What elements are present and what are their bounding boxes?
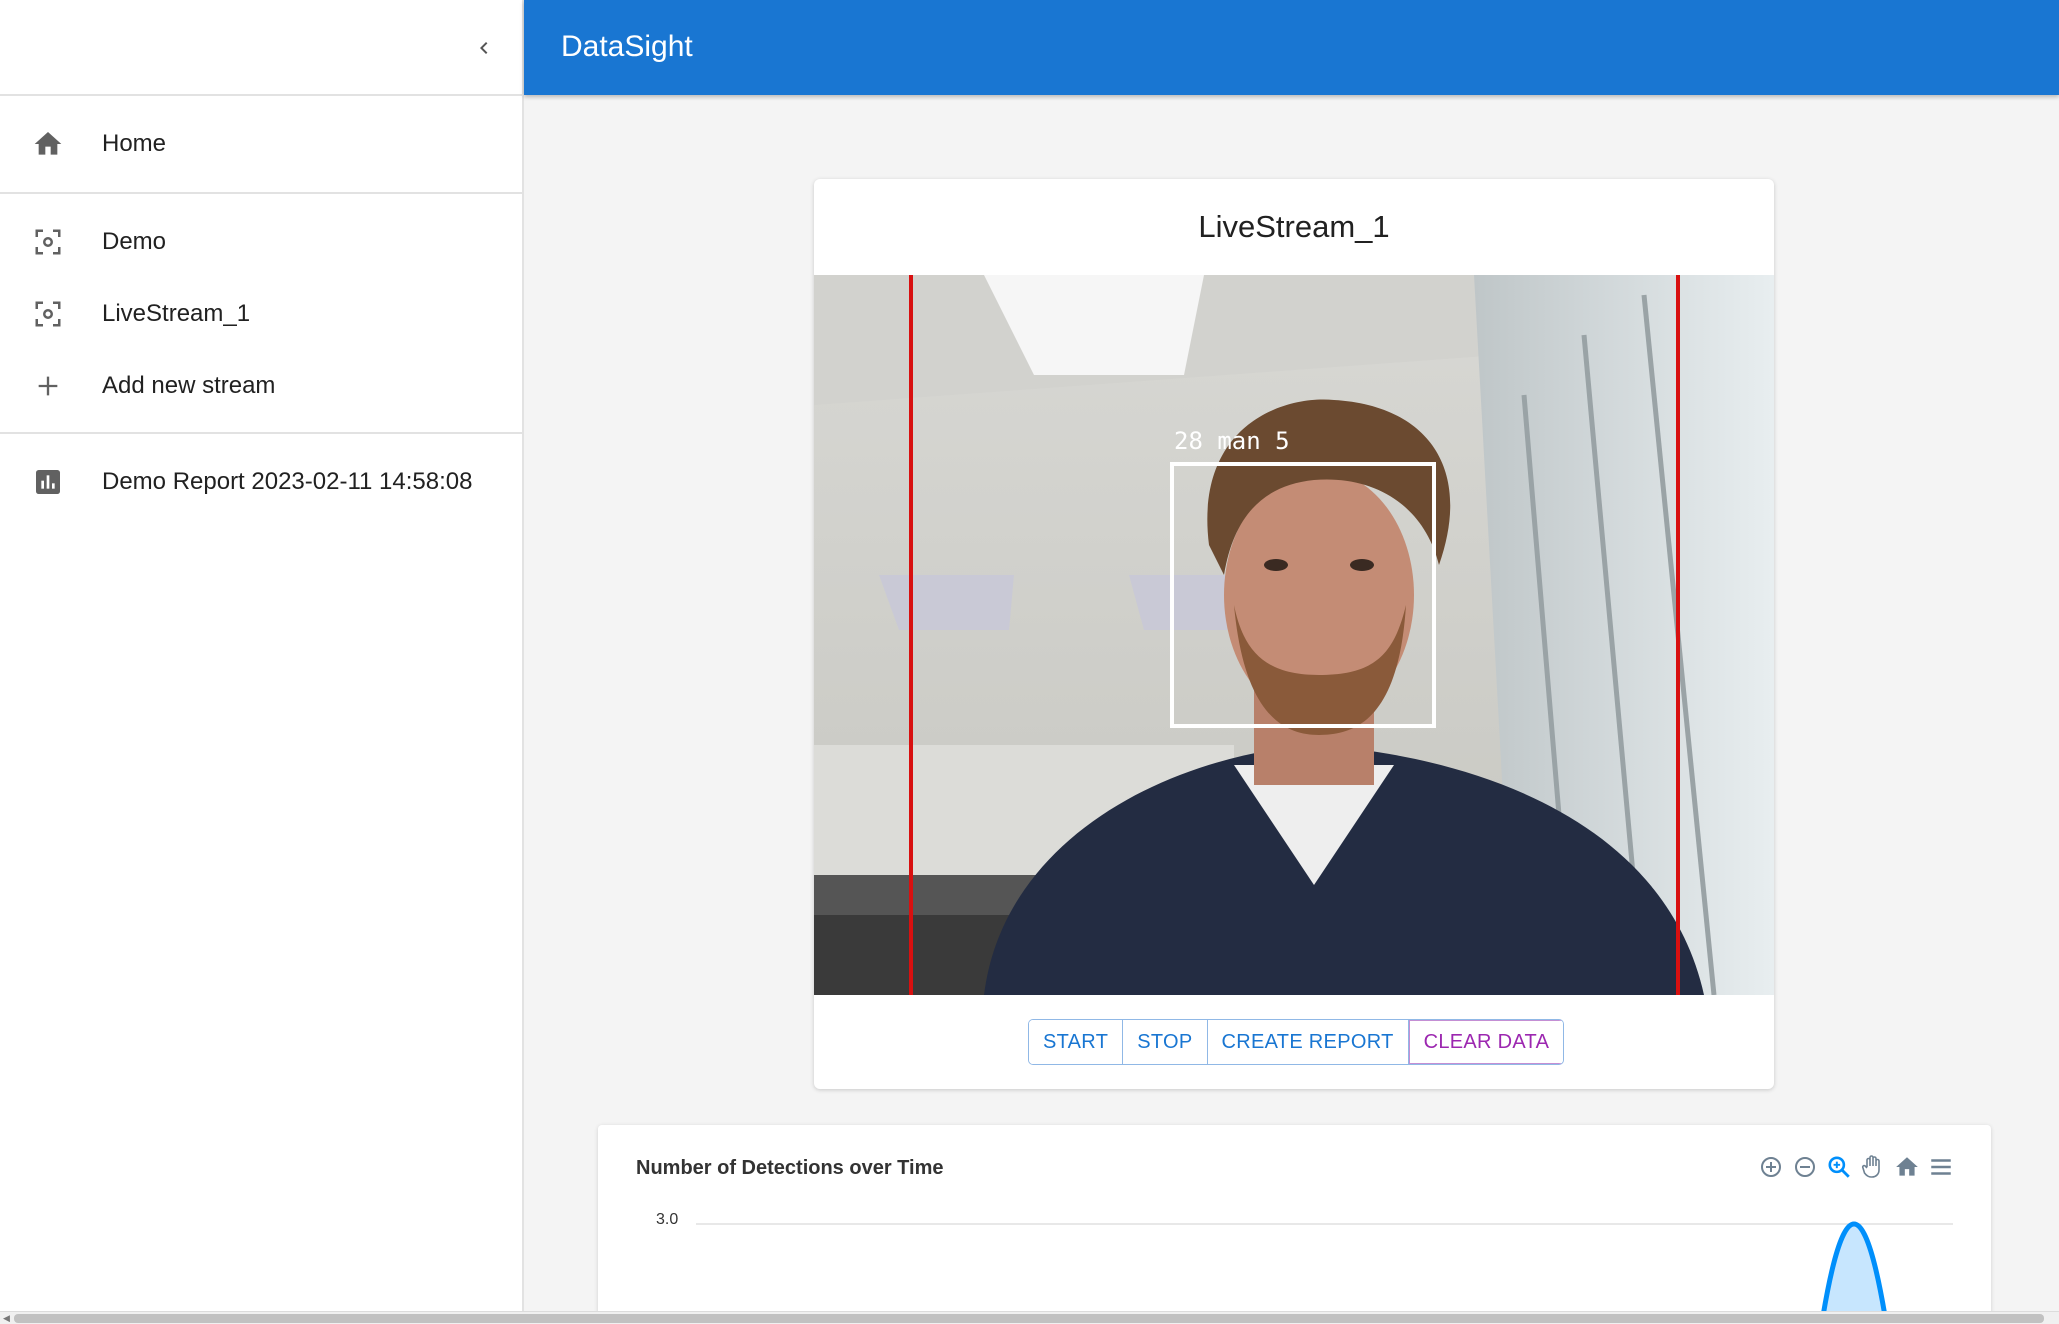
video-feed: 28 man 5 bbox=[814, 275, 1774, 995]
sidebar-item-label: Home bbox=[102, 130, 167, 157]
sidebar-header bbox=[0, 0, 522, 96]
camera-focus-icon bbox=[24, 218, 72, 266]
chevron-left-icon bbox=[480, 42, 488, 54]
selection-zoom-icon[interactable] bbox=[1825, 1153, 1853, 1181]
scrollbar-thumb[interactable] bbox=[14, 1314, 2044, 1323]
sidebar-section-reports: Demo Report 2023-02-11 14:58:08 bbox=[0, 434, 522, 518]
start-button[interactable]: START bbox=[1029, 1020, 1124, 1064]
stream-title: LiveStream_1 bbox=[1198, 209, 1390, 244]
stop-button[interactable]: STOP bbox=[1123, 1020, 1208, 1064]
app-bar: DataSight bbox=[524, 0, 2059, 95]
horizontal-scrollbar[interactable]: ◀ bbox=[0, 1311, 2059, 1324]
chart-title: Number of Detections over Time bbox=[636, 1157, 944, 1179]
app-title: DataSight bbox=[561, 30, 693, 63]
clear-data-button[interactable]: CLEAR DATA bbox=[1408, 1020, 1564, 1064]
reset-home-icon[interactable] bbox=[1893, 1153, 1921, 1181]
sidebar-section-home: Home bbox=[0, 96, 522, 194]
camera-focus-icon bbox=[24, 290, 72, 338]
sidebar-item-add-new-stream[interactable]: Add new stream bbox=[0, 350, 522, 422]
y-tick-label: 3.0 bbox=[656, 1211, 679, 1228]
chart-toolbar bbox=[1757, 1153, 1955, 1181]
sidebar-item-label: Demo bbox=[102, 228, 167, 255]
sidebar: Home Demo LiveStream_1 Add new stream De… bbox=[0, 0, 524, 1324]
menu-icon[interactable] bbox=[1927, 1153, 1955, 1181]
pan-icon[interactable] bbox=[1859, 1153, 1887, 1181]
bar-chart-icon bbox=[24, 458, 72, 506]
scroll-left-icon[interactable]: ◀ bbox=[3, 1313, 10, 1324]
zoom-out-icon[interactable] bbox=[1791, 1153, 1819, 1181]
plus-icon bbox=[24, 362, 72, 410]
series-line bbox=[1819, 1221, 1889, 1324]
sidebar-item-demo[interactable]: Demo bbox=[0, 206, 522, 278]
sidebar-item-label: LiveStream_1 bbox=[102, 300, 251, 327]
stream-card: LiveStream_1 28 man 5 START STOP CREATE … bbox=[814, 179, 1774, 1089]
stream-button-group: START STOP CREATE REPORT CLEAR DATA bbox=[1028, 1019, 1565, 1065]
sidebar-item-label: Demo Report 2023-02-11 14:58:08 bbox=[102, 468, 473, 495]
series-area bbox=[1821, 1224, 1887, 1324]
collapse-sidebar-button[interactable] bbox=[462, 26, 506, 70]
sidebar-section-streams: Demo LiveStream_1 Add new stream bbox=[0, 194, 522, 434]
home-icon bbox=[24, 120, 72, 168]
create-report-button[interactable]: CREATE REPORT bbox=[1207, 1020, 1409, 1064]
sidebar-item-label: Add new stream bbox=[102, 372, 276, 399]
sidebar-item-demo-report[interactable]: Demo Report 2023-02-11 14:58:08 bbox=[0, 446, 522, 518]
detections-chart-card: Number of Detections over Time 3.0 bbox=[598, 1125, 1991, 1324]
sidebar-item-home[interactable]: Home bbox=[0, 108, 522, 180]
detection-label: 28 man 5 bbox=[1174, 427, 1290, 455]
sidebar-item-livestream-1[interactable]: LiveStream_1 bbox=[0, 278, 522, 350]
zoom-in-icon[interactable] bbox=[1757, 1153, 1785, 1181]
